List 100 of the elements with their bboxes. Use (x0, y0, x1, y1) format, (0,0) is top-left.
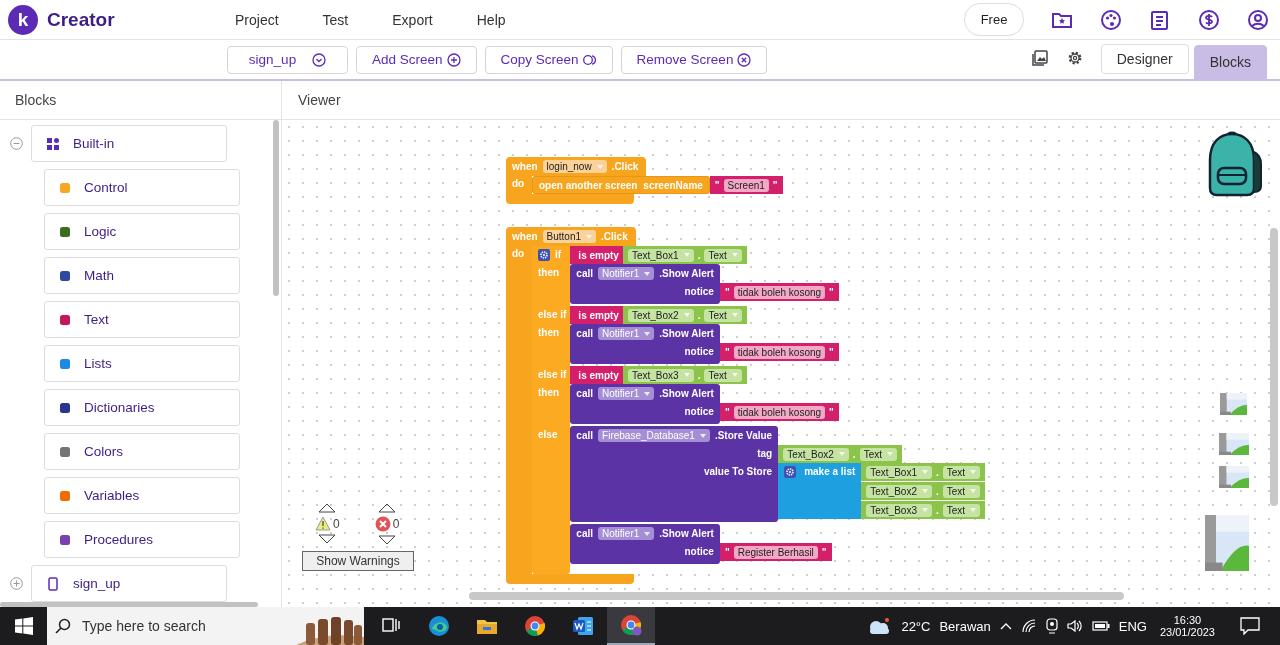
quote-mark: " (829, 346, 834, 358)
caret-up-icon[interactable] (999, 622, 1012, 630)
collapse-icon[interactable] (10, 137, 23, 150)
search-box[interactable]: Type here to search (47, 607, 364, 645)
expand-icon[interactable] (10, 577, 23, 590)
scrollbar[interactable] (273, 120, 279, 296)
dropdown[interactable]: Text_Box1 (866, 465, 932, 479)
menu-item[interactable]: Help (476, 11, 506, 28)
palette-item[interactable]: Math (44, 257, 240, 294)
screen-dropdown[interactable]: sign_up (227, 45, 348, 74)
battery-icon[interactable] (1091, 620, 1110, 632)
language-indicator[interactable]: ENG (1118, 618, 1147, 634)
palette-item[interactable]: Text (44, 301, 240, 338)
view-tab[interactable]: Designer (1100, 44, 1189, 74)
quote-mark: " (724, 346, 730, 358)
webcam-icon[interactable] (1045, 618, 1058, 634)
dropdown-arrow-icon (922, 489, 928, 493)
block-label: when (512, 231, 538, 242)
dropdown[interactable]: Text (859, 447, 897, 461)
scrollbar[interactable] (1270, 228, 1278, 506)
toolbar-button[interactable]: Remove Screen (620, 45, 768, 74)
search-icon (55, 618, 71, 634)
palette-group[interactable]: Built-in (31, 125, 227, 162)
chevron-circle-icon (312, 52, 327, 67)
palette-item[interactable]: Control (44, 169, 240, 206)
scrollbar[interactable] (0, 602, 258, 607)
dropdown[interactable]: Text_Box3 (866, 503, 932, 517)
show-warnings-button[interactable]: Show Warnings (302, 551, 414, 571)
down-arrow-icon[interactable] (378, 535, 397, 545)
text-field[interactable]: tidak boleh kosong (733, 285, 826, 299)
block-label: is empty (578, 309, 619, 321)
notification-icon[interactable] (1240, 617, 1260, 635)
dropdown-arrow-icon (683, 313, 690, 317)
up-arrow-icon[interactable] (318, 503, 337, 513)
dropdown[interactable]: Text_Box1 (627, 248, 694, 262)
gallery-icon[interactable] (1030, 49, 1049, 67)
block-label: call (576, 430, 594, 441)
scrollbar[interactable] (469, 592, 1124, 600)
block-label: .Show Alert (659, 268, 714, 279)
param-label: value To Store (570, 463, 779, 519)
palette-item[interactable]: Logic (44, 213, 240, 250)
gear-icon (784, 466, 797, 478)
menu-item[interactable]: Project (235, 11, 279, 28)
up-arrow-icon[interactable] (378, 503, 397, 513)
dropdown[interactable]: Text (704, 308, 742, 322)
toolbar-button[interactable]: Add Screen (356, 45, 477, 74)
browser-icon (524, 615, 546, 637)
category-icon (59, 181, 71, 194)
quote-mark: " (821, 546, 827, 558)
text-field[interactable]: tidak boleh kosong (733, 405, 826, 419)
toolbar-button[interactable]: Copy Screen (484, 45, 613, 74)
block-label: when (512, 161, 538, 172)
dropdown-arrow-icon (731, 253, 738, 257)
view-tab[interactable]: Blocks (1193, 45, 1267, 79)
text-field[interactable]: tidak boleh kosong (733, 345, 826, 359)
menu-item[interactable]: Export (392, 11, 433, 28)
temperature: 22°C (901, 618, 931, 634)
clock-date[interactable]: 23/01/2023 (1159, 626, 1215, 638)
palette-item[interactable]: Variables (44, 477, 240, 514)
app-name: Creator (47, 8, 115, 31)
document-icon[interactable] (1149, 8, 1171, 31)
dropdown[interactable]: Text (704, 248, 742, 262)
palette-item[interactable]: Dictionaries (44, 389, 240, 426)
text-field[interactable]: Register Berhasil (733, 545, 818, 559)
wifi-icon[interactable] (1020, 619, 1037, 633)
menu-item[interactable]: Test (322, 11, 349, 28)
dropdown[interactable]: Text (942, 465, 981, 479)
dropdown-arrow-icon (970, 489, 977, 493)
text-field[interactable]: Screen1 (723, 178, 769, 192)
dropdown[interactable]: Text (942, 503, 981, 517)
dropdown[interactable]: Text_Box2 (783, 447, 849, 461)
plan-button[interactable]: Free (964, 3, 1024, 36)
dropdown[interactable]: Text_Box3 (627, 368, 694, 382)
dropdown[interactable]: Text_Box2 (627, 308, 694, 322)
down-arrow-icon[interactable] (318, 534, 337, 544)
dropdown[interactable]: login_now (542, 160, 607, 173)
dropdown-arrow-icon (922, 508, 928, 512)
dropdown-arrow-icon (970, 508, 977, 512)
search-field[interactable]: Type here to search (80, 617, 250, 635)
palette-item[interactable]: Colors (44, 433, 240, 470)
palette-group[interactable]: sign_up (31, 565, 227, 602)
block-label: call (576, 388, 594, 399)
start-icon[interactable] (15, 617, 33, 635)
volume-icon[interactable] (1066, 619, 1083, 633)
palette-item[interactable]: Procedures (44, 521, 240, 558)
user-icon[interactable] (1247, 8, 1269, 31)
dropdown[interactable]: Button1 (542, 230, 597, 243)
block-label: call (576, 328, 594, 339)
dropdown[interactable]: Text (704, 368, 742, 382)
browser-icon (620, 614, 642, 636)
quote-mark: " (724, 286, 730, 298)
palette-item[interactable]: Lists (44, 345, 240, 382)
palette-icon[interactable] (1100, 8, 1122, 31)
dropdown-arrow-icon (699, 433, 706, 438)
dropdown-arrow-icon (731, 313, 738, 317)
clock-time[interactable]: 16:30 (1173, 614, 1202, 626)
taskbar-app[interactable] (607, 607, 655, 645)
dropdown[interactable]: Text_Box2 (866, 484, 932, 498)
dropdown[interactable]: Text (942, 484, 981, 498)
dollar-icon[interactable] (1198, 8, 1220, 31)
